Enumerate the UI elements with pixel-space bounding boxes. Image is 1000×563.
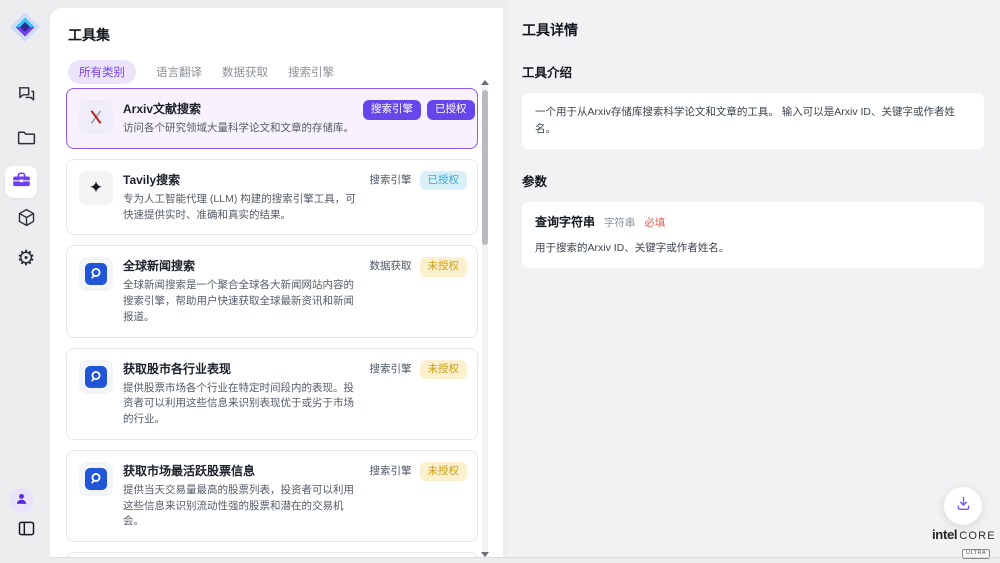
status-badge: 未授权: [420, 257, 468, 277]
tab-all-categories[interactable]: 所有类别: [68, 60, 136, 84]
tool-card-arxiv[interactable]: Arxiv文献搜索 访问各个研究领域大量科学论文和文章的存储库。 搜索引擎 已授…: [66, 88, 478, 149]
tool-description: 提供当天交易量最高的股票列表，投资者可以利用这些信息来识别流动性强的股票和潜在的…: [123, 483, 363, 530]
chat-nav-button[interactable]: [14, 84, 38, 108]
tool-description: 全球新闻搜索是一个聚合全球各大新闻网站内容的搜索引擎，帮助用户快速获取全球最新资…: [123, 278, 363, 325]
tab-search-engine[interactable]: 搜索引擎: [288, 64, 334, 80]
panel-toggle-icon: [16, 518, 37, 544]
tool-title: Arxiv文献搜索: [123, 100, 363, 117]
tool-card-sector-performance[interactable]: 获取股市各行业表现 提供股票市场各个行业在特定时间段内的表现。投资者可以利用这些…: [66, 348, 478, 440]
search-blue-icon: [85, 263, 107, 285]
tool-description: 专为人工智能代理 (LLM) 构建的搜索引擎工具，可快速提供实时、准确和真实的结…: [123, 192, 363, 224]
status-badge: 已授权: [420, 171, 468, 191]
tab-data-acquisition[interactable]: 数据获取: [222, 64, 268, 80]
page-title: 工具集: [68, 25, 110, 45]
param-box: 查询字符串 字符串 必填 用于搜索的Arxiv ID、关键字或作者姓名。: [522, 202, 984, 268]
app-logo-icon: [9, 11, 41, 43]
cube-nav-button[interactable]: [14, 208, 38, 232]
list-scrollbar[interactable]: [482, 80, 488, 557]
tool-list-panel: 工具集 所有类别 语言翻译 数据获取 搜索引擎 Arxiv文献搜索 访问各个研究…: [50, 8, 503, 557]
tool-title: 获取市场最活跃股票信息: [123, 462, 363, 479]
tool-card-tavily[interactable]: ✦ Tavily搜索 专为人工智能代理 (LLM) 构建的搜索引擎工具，可快速提…: [66, 159, 478, 236]
category-badge: 搜索引擎: [363, 100, 421, 120]
tool-title: 获取股市各行业表现: [123, 360, 363, 377]
left-rail: ⚙: [0, 0, 50, 563]
gear-icon: ⚙: [17, 248, 36, 269]
cube-icon: [16, 207, 37, 233]
intel-core-logo: intel CORE ULTRA: [932, 528, 996, 559]
category-badge: 数据获取: [368, 257, 414, 277]
download-button[interactable]: [944, 487, 982, 525]
intel-brand-text: intel: [932, 528, 957, 541]
intel-core-text: CORE: [959, 531, 996, 542]
param-description: 用于搜索的Arxiv ID、关键字或作者姓名。: [535, 240, 971, 257]
bottom-divider: [50, 557, 1000, 558]
tool-description: 访问各个研究领域大量科学论文和文章的存储库。: [123, 121, 363, 137]
chat-icon: [16, 83, 37, 109]
sparkle-icon: ✦: [79, 171, 113, 205]
folder-icon: [16, 127, 37, 153]
scrollbar-thumb[interactable]: [482, 90, 488, 245]
tool-card-global-news[interactable]: 全球新闻搜索 全球新闻搜索是一个聚合全球各大新闻网站内容的搜索引擎，帮助用户快速…: [66, 245, 478, 337]
intro-box: 一个用于从Arxiv存储库搜索科学论文和文章的工具。 输入可以是Arxiv ID…: [522, 93, 984, 149]
user-icon: [13, 490, 30, 512]
toolbox-icon: [11, 169, 32, 195]
tool-card-list: Arxiv文献搜索 访问各个研究领域大量科学论文和文章的存储库。 搜索引擎 已授…: [66, 88, 478, 557]
params-heading: 参数: [522, 171, 984, 190]
category-badge: 搜索引擎: [368, 360, 414, 380]
toolbox-nav-button-active[interactable]: [5, 166, 37, 198]
search-blue-icon: [85, 468, 107, 490]
param-name: 查询字符串: [535, 215, 595, 229]
status-badge: 已授权: [427, 100, 475, 120]
category-badge: 搜索引擎: [368, 171, 414, 191]
status-badge: 未授权: [420, 462, 468, 482]
tool-description: 提供股票市场各个行业在特定时间段内的表现。投资者可以利用这些信息来识别表现优于或…: [123, 381, 363, 428]
search-blue-icon: [85, 366, 107, 388]
tool-title: 全球新闻搜索: [123, 257, 363, 274]
category-tabs: 所有类别 语言翻译 数据获取 搜索引擎: [68, 60, 334, 84]
tab-language-translation[interactable]: 语言翻译: [156, 64, 202, 80]
details-title: 工具详情: [522, 20, 984, 40]
category-badge: 搜索引擎: [368, 462, 414, 482]
sidebar-toggle-button[interactable]: [14, 519, 38, 543]
status-badge: 未授权: [420, 360, 468, 380]
tool-title: Tavily搜索: [123, 171, 363, 188]
tool-card-most-active-stocks[interactable]: 获取市场最活跃股票信息 提供当天交易量最高的股票列表，投资者可以利用这些信息来识…: [66, 450, 478, 542]
intro-heading: 工具介绍: [522, 62, 984, 81]
scroll-up-arrow-icon: [481, 80, 489, 85]
param-type: 字符串: [604, 217, 636, 229]
user-avatar[interactable]: [9, 488, 34, 513]
arxiv-icon: [79, 100, 113, 134]
download-icon: [954, 494, 973, 518]
folder-nav-button[interactable]: [14, 128, 38, 152]
tool-details-panel: 工具详情 工具介绍 一个用于从Arxiv存储库搜索科学论文和文章的工具。 输入可…: [507, 0, 1000, 557]
param-required-flag: 必填: [644, 217, 665, 229]
settings-nav-button[interactable]: ⚙: [14, 246, 38, 270]
